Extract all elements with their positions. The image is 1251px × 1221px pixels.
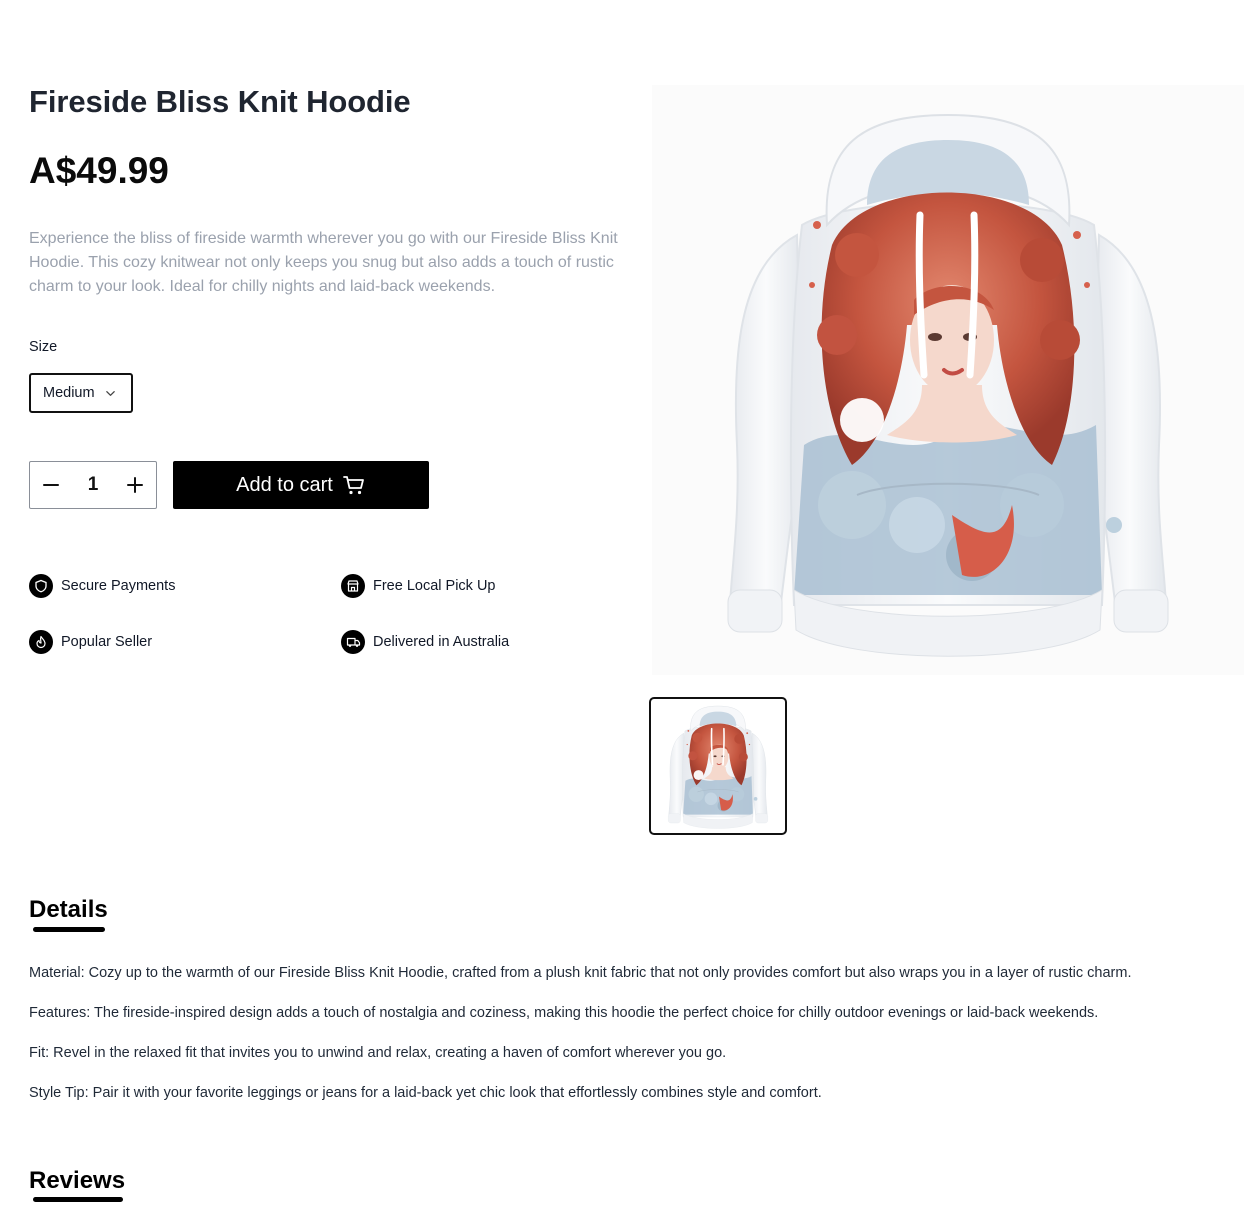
decrement-button[interactable] <box>30 462 72 508</box>
hoodie-thumbnail-illustration <box>667 705 769 830</box>
store-icon <box>341 574 365 598</box>
detail-material: Material: Cozy up to the warmth of our F… <box>29 965 1132 981</box>
reviews-heading: Reviews <box>29 1167 126 1194</box>
reviews-underline <box>33 1197 123 1202</box>
size-select[interactable]: Medium <box>29 373 133 413</box>
product-thumbnail[interactable] <box>649 697 787 835</box>
size-selected-value: Medium <box>43 385 95 401</box>
product-title: Fireside Bliss Knit Hoodie <box>29 84 411 119</box>
feature-label: Secure Payments <box>61 578 176 594</box>
add-to-cart-label: Add to cart <box>236 473 333 496</box>
detail-style-tip: Style Tip: Pair it with your favorite le… <box>29 1085 822 1101</box>
truck-icon <box>341 630 365 654</box>
plus-icon <box>126 477 143 493</box>
flame-icon <box>29 630 53 654</box>
chevron-down-icon <box>105 387 117 399</box>
feature-label: Free Local Pick Up <box>373 578 496 594</box>
details-underline <box>33 927 105 932</box>
add-to-cart-button[interactable]: Add to cart <box>173 461 429 509</box>
product-description: Experience the bliss of fireside warmth … <box>29 230 618 295</box>
detail-fit: Fit: Revel in the relaxed fit that invit… <box>29 1045 727 1061</box>
cart-icon <box>342 476 364 495</box>
product-main-image <box>652 85 1244 675</box>
feature-secure-payments: Secure Payments <box>29 574 175 598</box>
feature-popular-seller: Popular Seller <box>29 630 152 654</box>
hoodie-illustration <box>652 85 1244 675</box>
details-heading: Details <box>29 896 108 923</box>
feature-delivered-australia: Delivered in Australia <box>341 630 509 654</box>
feature-label: Delivered in Australia <box>373 634 510 650</box>
detail-features: Features: The fireside-inspired design a… <box>29 1005 1099 1021</box>
quantity-stepper: 1 <box>29 461 157 509</box>
feature-label: Popular Seller <box>61 634 153 650</box>
minus-icon <box>43 484 59 486</box>
shield-icon <box>29 574 53 598</box>
quantity-value[interactable]: 1 <box>88 474 99 496</box>
feature-free-local-pickup: Free Local Pick Up <box>341 574 496 598</box>
increment-button[interactable] <box>114 462 156 508</box>
product-price: A$49.99 <box>29 150 169 191</box>
product-page: Fireside Bliss Knit Hoodie A$49.99 Exper… <box>0 0 1251 1221</box>
size-label: Size <box>29 339 58 355</box>
